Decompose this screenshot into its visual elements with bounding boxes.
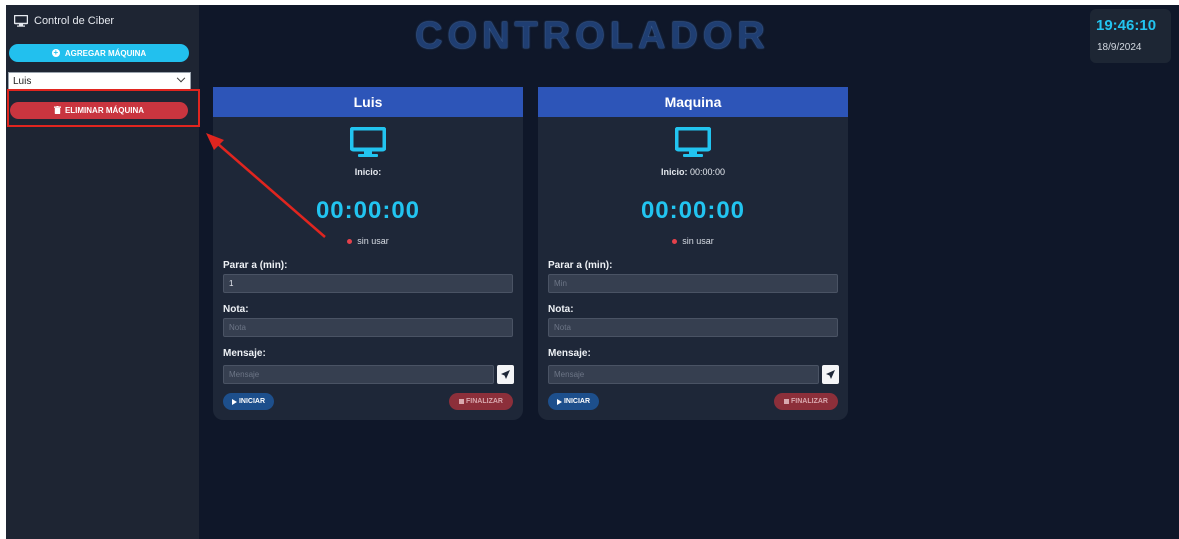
machine-card-title: Luis [213,87,523,117]
start-time-label: Inicio: [354,167,382,177]
sidebar: Control de Ciber + AGREGAR MÁQUINA Luis … [6,5,199,539]
clock-time: 19:46:10 [1096,17,1157,34]
note-label: Nota: [223,304,249,315]
send-message-button[interactable] [822,365,839,384]
message-input[interactable]: Mensaje [223,365,494,384]
clock-date: 18/9/2024 [1097,42,1142,53]
finish-button[interactable]: FINALIZAR [774,393,838,410]
play-icon [556,398,562,405]
paper-plane-icon [501,366,510,384]
monitor-icon [349,126,387,164]
start-button-label: INICIAR [238,398,266,405]
start-button[interactable]: INICIAR [548,393,599,410]
machine-select[interactable]: Luis [8,72,191,90]
status-dot-icon [672,238,678,244]
stop-at-input[interactable]: Min [548,274,838,293]
paper-plane-icon [826,366,835,384]
finish-button-label: FINALIZAR [466,398,503,405]
elapsed-timer: 00:00:00 [315,197,421,224]
stop-at-label: Parar a (min): [223,260,288,271]
send-message-button[interactable] [497,365,514,384]
machine-card: Maquina Inicio: 00:00:00 00:00:00 sin us… [538,87,848,420]
clock-panel: 19:46:10 18/9/2024 [1090,9,1171,63]
stop-at-label: Parar a (min): [548,260,613,271]
status-text: sin usar [682,236,714,246]
machine-card-title: Maquina [538,87,848,117]
start-button-label: INICIAR [563,398,591,405]
start-button[interactable]: INICIAR [223,393,274,410]
play-icon [231,398,237,405]
start-time-label: Inicio: [660,167,688,177]
start-time-value: 00:00:00 [689,167,726,177]
start-time: Inicio: 00:00:00 [538,167,848,177]
elapsed-timer: 00:00:00 [640,197,746,224]
monitor-icon [674,126,712,164]
app-window: Control de Ciber + AGREGAR MÁQUINA Luis … [6,5,1179,539]
machine-select-value: Luis [13,75,32,87]
status-indicator: sin usar [213,236,523,246]
chevron-down-icon [176,73,186,83]
finish-button-label: FINALIZAR [791,398,828,405]
page-title: CONTROLADOR [415,15,770,57]
finish-button[interactable]: FINALIZAR [449,393,513,410]
note-label: Nota: [548,304,574,315]
start-time: Inicio: [213,167,523,177]
stop-at-input[interactable]: 1 [223,274,513,293]
machine-card: Luis Inicio: 00:00:00 sin usar Parar a (… [213,87,523,420]
annotation-highlight-box [7,89,200,127]
stop-icon [784,399,790,404]
note-input[interactable]: Nota [223,318,513,337]
status-text: sin usar [357,236,389,246]
note-input[interactable]: Nota [548,318,838,337]
message-input[interactable]: Mensaje [548,365,819,384]
message-label: Mensaje: [548,348,591,359]
status-indicator: sin usar [538,236,848,246]
status-dot-icon [347,238,353,244]
message-label: Mensaje: [223,348,266,359]
stop-icon [459,399,465,404]
